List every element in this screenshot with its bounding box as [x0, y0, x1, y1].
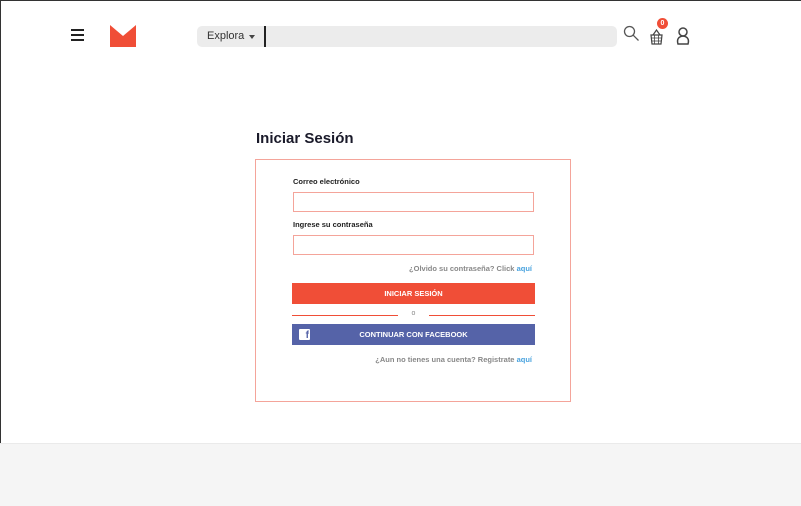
search-icon[interactable] [623, 25, 640, 42]
menu-icon[interactable] [71, 29, 84, 41]
facebook-icon: f [299, 329, 310, 341]
logo[interactable] [110, 25, 136, 47]
cart-count-badge: 0 [657, 18, 668, 29]
forgot-password-link[interactable]: aquí [517, 264, 532, 273]
divider-line-right [429, 315, 535, 316]
forgot-password: ¿Olvido su contraseña? Click aquí [409, 264, 532, 273]
page-title: Iniciar Sesión [256, 130, 354, 147]
register-prompt: ¿Aun no tienes una cuenta? Registrate aq… [375, 355, 532, 364]
header: Explora 0 [0, 0, 801, 70]
register-text: ¿Aun no tienes una cuenta? Registrate [375, 355, 515, 364]
login-form: Correo electrónico Ingrese su contraseña… [255, 159, 571, 402]
forgot-password-text: ¿Olvido su contraseña? Click [409, 264, 515, 273]
footer [0, 443, 801, 506]
password-label: Ingrese su contraseña [293, 220, 373, 229]
facebook-login-button[interactable]: f CONTINUAR CON FACEBOOK [292, 324, 535, 345]
explora-dropdown[interactable]: Explora [207, 30, 244, 42]
chevron-down-icon[interactable] [249, 35, 255, 39]
email-label: Correo electrónico [293, 177, 360, 186]
or-divider: o [292, 310, 535, 320]
login-button[interactable]: INICIAR SESIÓN [292, 283, 535, 304]
search-bar: Explora [197, 26, 617, 47]
search-divider [264, 26, 266, 47]
password-field[interactable] [293, 235, 534, 255]
cart-icon[interactable] [649, 29, 664, 45]
user-icon[interactable] [675, 26, 691, 46]
register-link[interactable]: aquí [517, 355, 532, 364]
facebook-button-label: CONTINUAR CON FACEBOOK [359, 330, 468, 339]
email-field[interactable] [293, 192, 534, 212]
search-input[interactable] [269, 28, 609, 45]
